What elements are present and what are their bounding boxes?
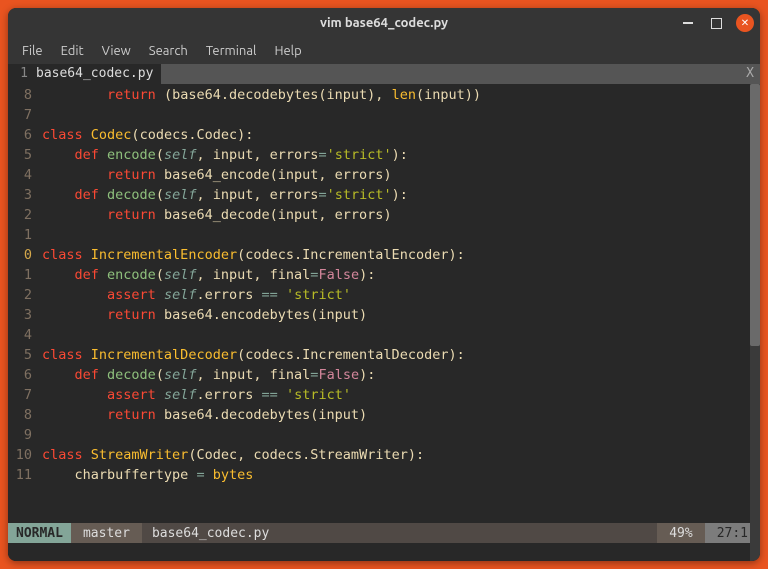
status-branch: master: [71, 523, 142, 543]
code-content[interactable]: def decode(self, input, errors='strict')…: [42, 185, 760, 205]
status-percent: 49%: [657, 523, 704, 543]
line-number: 3: [8, 185, 42, 205]
code-content[interactable]: class StreamWriter(Codec, codecs.StreamW…: [42, 445, 760, 465]
code-line[interactable]: 7: [8, 105, 760, 125]
code-line[interactable]: 11 charbuffertype = bytes: [8, 465, 760, 485]
code-content[interactable]: def encode(self, input, final=False):: [42, 265, 760, 285]
status-mode: NORMAL: [8, 523, 71, 543]
line-number: 4: [8, 165, 42, 185]
line-number: 1: [8, 225, 42, 245]
vim-tabline: 1 base64_codec.py X: [8, 64, 760, 84]
tab-active[interactable]: base64_codec.py: [34, 64, 161, 84]
code-line[interactable]: 6 def decode(self, input, final=False):: [8, 365, 760, 385]
code-line[interactable]: 1 def encode(self, input, final=False):: [8, 265, 760, 285]
line-number: 8: [8, 405, 42, 425]
tab-close[interactable]: X: [740, 64, 760, 84]
code-content[interactable]: def encode(self, input, errors='strict')…: [42, 145, 760, 165]
code-content[interactable]: return (base64.decodebytes(input), len(i…: [42, 85, 760, 105]
line-number: 11: [8, 465, 42, 485]
code-line[interactable]: 7 assert self.errors == 'strict': [8, 385, 760, 405]
line-number: 2: [8, 285, 42, 305]
window-controls: [680, 8, 754, 38]
line-number: 5: [8, 145, 42, 165]
line-number: 8: [8, 85, 42, 105]
line-number: 0: [8, 245, 42, 265]
line-number: 9: [8, 425, 42, 445]
code-content[interactable]: def decode(self, input, final=False):: [42, 365, 760, 385]
code-content[interactable]: [42, 225, 760, 245]
line-number: 2: [8, 205, 42, 225]
terminal-window: vim base64_codec.py FileEditViewSearchTe…: [8, 8, 760, 561]
status-file: base64_codec.py: [142, 526, 279, 541]
line-number: 7: [8, 105, 42, 125]
code-line[interactable]: 8 return base64.decodebytes(input): [8, 405, 760, 425]
line-number: 7: [8, 385, 42, 405]
code-content[interactable]: return base64_encode(input, errors): [42, 165, 760, 185]
code-content[interactable]: return base64.decodebytes(input): [42, 405, 760, 425]
line-number: 1: [8, 265, 42, 285]
code-content[interactable]: assert self.errors == 'strict': [42, 285, 760, 305]
maximize-button[interactable]: [708, 15, 724, 31]
scrollbar-thumb[interactable]: [750, 84, 760, 346]
code-line[interactable]: 4: [8, 325, 760, 345]
code-line[interactable]: 4 return base64_encode(input, errors): [8, 165, 760, 185]
code-content[interactable]: [42, 425, 760, 445]
menu-item-search[interactable]: Search: [141, 41, 196, 61]
code-line[interactable]: 3 def decode(self, input, errors='strict…: [8, 185, 760, 205]
code-content[interactable]: return base64_decode(input, errors): [42, 205, 760, 225]
code-content[interactable]: assert self.errors == 'strict': [42, 385, 760, 405]
code-line[interactable]: 5 def encode(self, input, errors='strict…: [8, 145, 760, 165]
code-line[interactable]: 10class StreamWriter(Codec, codecs.Strea…: [8, 445, 760, 465]
line-number: 6: [8, 125, 42, 145]
code-content[interactable]: class Codec(codecs.Codec):: [42, 125, 760, 145]
window-titlebar: vim base64_codec.py: [8, 8, 760, 38]
vim-cmdline[interactable]: [8, 543, 760, 561]
menubar: FileEditViewSearchTerminalHelp: [8, 38, 760, 64]
code-line[interactable]: 2 assert self.errors == 'strict': [8, 285, 760, 305]
minimize-button[interactable]: [680, 15, 696, 31]
line-number: 10: [8, 445, 42, 465]
code-line[interactable]: 5class IncrementalDecoder(codecs.Increme…: [8, 345, 760, 365]
tab-index: 1: [8, 64, 34, 84]
menu-item-file[interactable]: File: [14, 41, 51, 61]
menu-item-edit[interactable]: Edit: [53, 41, 92, 61]
menu-item-terminal[interactable]: Terminal: [198, 41, 265, 61]
line-number: 4: [8, 325, 42, 345]
code-content[interactable]: [42, 325, 760, 345]
code-line[interactable]: 6class Codec(codecs.Codec):: [8, 125, 760, 145]
code-content[interactable]: [42, 105, 760, 125]
statusline: NORMAL master base64_codec.py 49% 27:1: [8, 523, 760, 543]
scrollbar-vertical[interactable]: [750, 84, 760, 561]
code-line[interactable]: 2 return base64_decode(input, errors): [8, 205, 760, 225]
code-content[interactable]: class IncrementalEncoder(codecs.Incremen…: [42, 245, 760, 265]
code-line[interactable]: 1: [8, 225, 760, 245]
close-button[interactable]: [736, 14, 754, 32]
code-content[interactable]: charbuffertype = bytes: [42, 465, 760, 485]
line-number: 3: [8, 305, 42, 325]
code-line[interactable]: 9: [8, 425, 760, 445]
code-line[interactable]: 8 return (base64.decodebytes(input), len…: [8, 85, 760, 105]
code-line[interactable]: 0class IncrementalEncoder(codecs.Increme…: [8, 245, 760, 265]
tab-fill: [161, 64, 740, 84]
window-title: vim base64_codec.py: [8, 16, 760, 30]
menu-item-view[interactable]: View: [94, 41, 139, 61]
line-number: 5: [8, 345, 42, 365]
terminal-area[interactable]: 1 base64_codec.py X 8 return (base64.dec…: [8, 64, 760, 561]
editor[interactable]: 8 return (base64.decodebytes(input), len…: [8, 84, 760, 523]
menu-item-help[interactable]: Help: [266, 41, 309, 61]
code-content[interactable]: class IncrementalDecoder(codecs.Incremen…: [42, 345, 760, 365]
code-content[interactable]: return base64.encodebytes(input): [42, 305, 760, 325]
line-number: 6: [8, 365, 42, 385]
code-line[interactable]: 3 return base64.encodebytes(input): [8, 305, 760, 325]
